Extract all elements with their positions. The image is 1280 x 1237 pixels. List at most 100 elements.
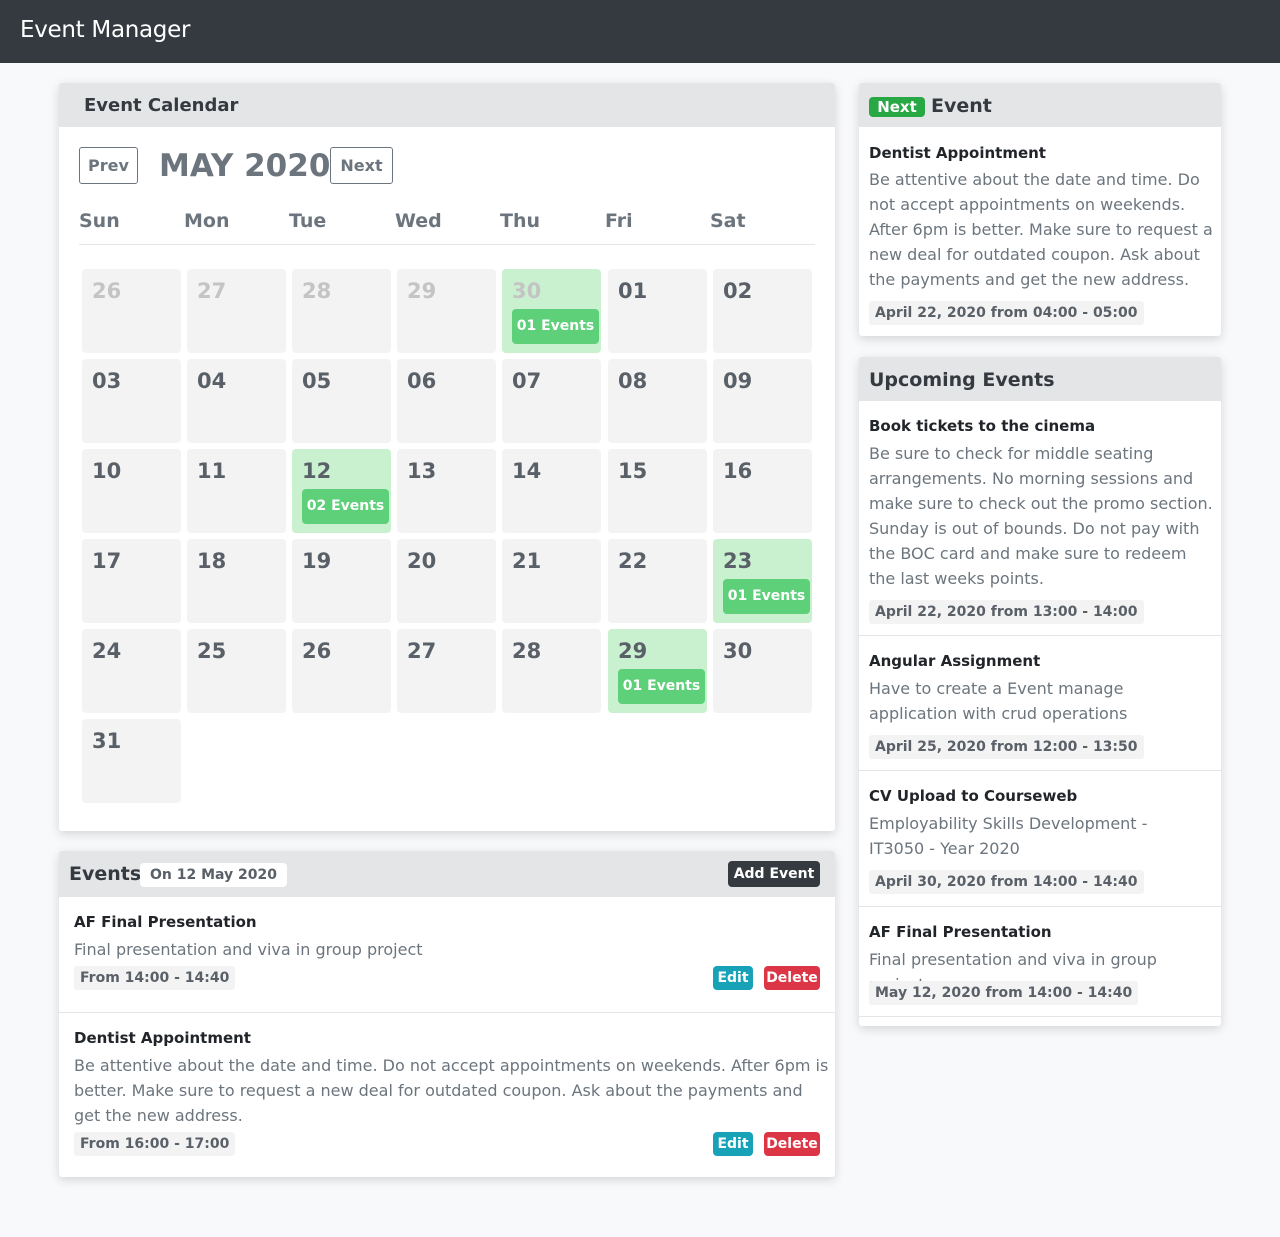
prev-month-button[interactable]: Prev bbox=[79, 147, 138, 184]
upcoming-title: Upcoming Events bbox=[869, 369, 1055, 391]
calendar-day-cell[interactable]: 02 bbox=[713, 269, 812, 353]
calendar-day-cell[interactable]: 11 bbox=[187, 449, 286, 533]
day-number: 01 bbox=[618, 279, 648, 303]
events-title: Events bbox=[69, 863, 142, 885]
calendar-day-cell[interactable]: 29 bbox=[397, 269, 496, 353]
day-number: 10 bbox=[92, 459, 122, 483]
upcoming-header: Upcoming Events bbox=[859, 357, 1221, 401]
calendar-day-cell[interactable]: 28 bbox=[292, 269, 391, 353]
weekday-mon: Mon bbox=[184, 210, 230, 232]
calendar-day-cell[interactable]: 21 bbox=[502, 539, 601, 623]
upcoming-event-item[interactable]: Book tickets to the cinema Be sure to ch… bbox=[859, 401, 1221, 636]
calendar-day-cell[interactable]: 25 bbox=[187, 629, 286, 713]
calendar-day-cell[interactable]: 17 bbox=[82, 539, 181, 623]
day-number: 30 bbox=[723, 639, 753, 663]
calendar-day-cell[interactable]: 30 bbox=[713, 629, 812, 713]
calendar-day-cell[interactable]: 23 01 Events bbox=[713, 539, 812, 623]
upcoming-event-title: CV Upload to Courseweb bbox=[869, 787, 1078, 805]
day-number: 26 bbox=[92, 279, 122, 303]
calendar-day-cell[interactable]: 12 02 Events bbox=[292, 449, 391, 533]
day-number: 11 bbox=[197, 459, 227, 483]
day-number: 30 bbox=[512, 279, 542, 303]
calendar-day-cell[interactable]: 15 bbox=[608, 449, 707, 533]
day-number: 06 bbox=[407, 369, 437, 393]
calendar-day-cell[interactable]: 26 bbox=[292, 629, 391, 713]
weekday-sat: Sat bbox=[710, 210, 746, 232]
day-number: 28 bbox=[512, 639, 542, 663]
calendar-day-cell[interactable]: 22 bbox=[608, 539, 707, 623]
calendar-day-cell[interactable]: 16 bbox=[713, 449, 812, 533]
day-number: 02 bbox=[723, 279, 753, 303]
day-number: 04 bbox=[197, 369, 227, 393]
calendar-day-cell[interactable]: 19 bbox=[292, 539, 391, 623]
top-navbar: Event Manager bbox=[0, 0, 1280, 63]
next-event-time: April 22, 2020 from 04:00 - 05:00 bbox=[869, 301, 1144, 325]
event-count-badge[interactable]: 01 Events bbox=[512, 309, 599, 344]
day-number: 12 bbox=[302, 459, 332, 483]
calendar-day-cell[interactable]: 13 bbox=[397, 449, 496, 533]
day-number: 07 bbox=[512, 369, 542, 393]
calendar-day-cell[interactable]: 10 bbox=[82, 449, 181, 533]
day-number: 23 bbox=[723, 549, 753, 573]
calendar-day-cell[interactable]: 08 bbox=[608, 359, 707, 443]
weekday-thu: Thu bbox=[500, 210, 541, 232]
event-time: From 16:00 - 17:00 bbox=[74, 1132, 236, 1156]
calendar-day-cell[interactable]: 24 bbox=[82, 629, 181, 713]
day-number: 27 bbox=[197, 279, 227, 303]
day-number: 13 bbox=[407, 459, 437, 483]
calendar-day-cell[interactable]: 29 01 Events bbox=[608, 629, 707, 713]
day-number: 14 bbox=[512, 459, 542, 483]
calendar-day-cell[interactable]: 06 bbox=[397, 359, 496, 443]
upcoming-event-item[interactable]: Angular Assignment Have to create a Even… bbox=[859, 636, 1221, 771]
event-title: AF Final Presentation bbox=[74, 913, 257, 931]
calendar-day-cell[interactable]: 01 bbox=[608, 269, 707, 353]
calendar-day-cell[interactable]: 09 bbox=[713, 359, 812, 443]
calendar-day-cell[interactable]: 04 bbox=[187, 359, 286, 443]
app-title[interactable]: Event Manager bbox=[20, 17, 190, 43]
calendar-day-cell[interactable]: 14 bbox=[502, 449, 601, 533]
weekday-wed: Wed bbox=[395, 210, 442, 232]
next-badge: Next bbox=[869, 97, 925, 117]
calendar-day-cell[interactable]: 07 bbox=[502, 359, 601, 443]
upcoming-events-card: Upcoming Events Book tickets to the cine… bbox=[859, 357, 1221, 1026]
add-event-button[interactable]: Add Event bbox=[728, 861, 820, 887]
day-number: 17 bbox=[92, 549, 122, 573]
day-number: 24 bbox=[92, 639, 122, 663]
calendar-day-cell[interactable]: 27 bbox=[397, 629, 496, 713]
calendar-day-cell[interactable]: 28 bbox=[502, 629, 601, 713]
calendar-day-cell[interactable]: 31 bbox=[82, 719, 181, 803]
event-count-badge[interactable]: 02 Events bbox=[302, 489, 389, 524]
delete-event-button[interactable]: Delete bbox=[764, 1132, 820, 1156]
upcoming-event-description: Be sure to check for middle seating arra… bbox=[869, 444, 1213, 588]
event-count-badge[interactable]: 01 Events bbox=[723, 579, 810, 614]
calendar-day-cell[interactable]: 05 bbox=[292, 359, 391, 443]
next-event-title: Dentist Appointment bbox=[869, 144, 1046, 162]
edit-event-button[interactable]: Edit bbox=[713, 1132, 753, 1156]
next-month-button[interactable]: Next bbox=[330, 147, 393, 184]
delete-event-button[interactable]: Delete bbox=[764, 966, 820, 990]
upcoming-event-time: April 25, 2020 from 12:00 - 13:50 bbox=[869, 735, 1144, 759]
event-count-badge[interactable]: 01 Events bbox=[618, 669, 705, 704]
upcoming-event-item[interactable]: AF Final Presentation Final presentation… bbox=[859, 907, 1221, 1017]
events-header: Events On 12 May 2020 Add Event bbox=[59, 851, 835, 897]
calendar-day-cell[interactable]: 03 bbox=[82, 359, 181, 443]
calendar-day-cell[interactable]: 27 bbox=[187, 269, 286, 353]
calendar-day-cell[interactable]: 20 bbox=[397, 539, 496, 623]
event-calendar-card: Event Calendar Prev MAY 2020 Next Sun Mo… bbox=[59, 83, 835, 831]
upcoming-event-title: Angular Assignment bbox=[869, 652, 1041, 670]
next-event-header: Next Event bbox=[859, 83, 1221, 127]
day-number: 19 bbox=[302, 549, 332, 573]
upcoming-event-time: April 30, 2020 from 14:00 - 14:40 bbox=[869, 870, 1144, 894]
upcoming-event-time: May 12, 2020 from 14:00 - 14:40 bbox=[869, 981, 1139, 1005]
calendar-day-cell[interactable]: 26 bbox=[82, 269, 181, 353]
calendar-day-cell[interactable]: 30 01 Events bbox=[502, 269, 601, 353]
day-number: 28 bbox=[302, 279, 332, 303]
day-number: 22 bbox=[618, 549, 648, 573]
calendar-day-cell[interactable]: 18 bbox=[187, 539, 286, 623]
upcoming-event-item[interactable]: CV Upload to Courseweb Employability Ski… bbox=[859, 771, 1221, 907]
day-number: 05 bbox=[302, 369, 332, 393]
day-number: 03 bbox=[92, 369, 122, 393]
weekday-fri: Fri bbox=[605, 210, 633, 232]
edit-event-button[interactable]: Edit bbox=[713, 966, 753, 990]
day-events-card: Events On 12 May 2020 Add Event AF Final… bbox=[59, 851, 835, 1177]
